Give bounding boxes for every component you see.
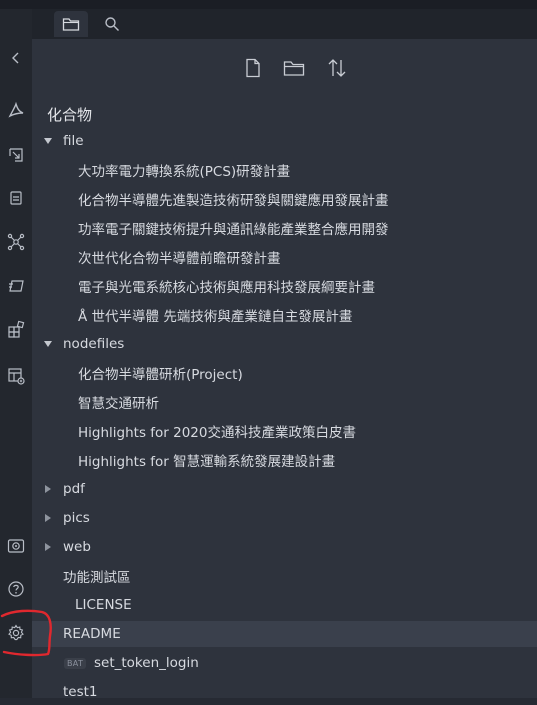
sidebar-tab-strip (32, 9, 537, 39)
collapse-sidebar-button[interactable] (5, 47, 27, 69)
file-item[interactable]: Highlights for 2020交通科技產業政策白皮書 (32, 418, 537, 444)
file-item-test1[interactable]: test1 (32, 679, 537, 705)
file-label: set_token_login (94, 655, 199, 671)
caret-right-icon (43, 542, 53, 552)
settings-icon (8, 624, 24, 641)
folder-web[interactable]: web (32, 534, 537, 560)
new-note-icon (246, 58, 260, 78)
plugins-icon (8, 320, 25, 338)
file-item[interactable]: 電子與光電系統核心技術與應用科技發展綱要計畫 (32, 273, 537, 299)
window-title-bar (0, 0, 537, 9)
file-item[interactable]: 功率電子關鍵技術提升與通訊綠能產業整合應用開發 (32, 215, 537, 241)
help-button[interactable] (5, 578, 27, 600)
search-icon (105, 17, 119, 31)
calendar-icon (10, 191, 22, 205)
folder-pdf[interactable]: pdf (32, 476, 537, 502)
folder-nodefiles[interactable]: nodefiles (32, 331, 537, 357)
new-folder-button[interactable] (281, 55, 307, 81)
file-item-test-area[interactable]: 功能測試區 (32, 563, 537, 589)
settings-button[interactable] (5, 622, 27, 644)
folder-icon (62, 18, 80, 31)
tab-search[interactable] (95, 11, 129, 37)
file-label: 化合物半導體先進製造技術研發與關鍵應用發展計畫 (78, 193, 389, 209)
new-folder-icon (283, 61, 305, 76)
file-label: 大功率電力轉換系統(PCS)研發計畫 (78, 164, 291, 180)
file-label: Å 世代半導體 先端技術與產業鏈自主發展計畫 (78, 309, 353, 325)
sort-icon (328, 59, 346, 77)
cards-button[interactable] (5, 275, 27, 297)
chevron-left-icon (12, 52, 19, 64)
left-ribbon (0, 9, 33, 698)
vault-name: 化合物 (47, 106, 93, 124)
file-label: 次世代化合物半導體前瞻研發計畫 (78, 251, 281, 267)
file-item[interactable]: Å 世代半導體 先端技術與產業鏈自主發展計畫 (32, 302, 537, 328)
file-item-set-token-login[interactable]: BAT set_token_login (32, 650, 537, 676)
vault-switcher-button[interactable] (5, 535, 27, 557)
file-item-license[interactable]: LICENSE (32, 592, 537, 618)
folder-label: nodefiles (63, 336, 125, 352)
help-icon (8, 581, 24, 597)
file-label: 化合物半導體研析(Project) (78, 367, 243, 383)
file-item[interactable]: 次世代化合物半導體前瞻研發計畫 (32, 244, 537, 270)
folder-label: file (63, 133, 84, 149)
file-item-readme[interactable]: README (32, 621, 537, 647)
canvas-icon (9, 148, 23, 162)
caret-down-icon (43, 136, 53, 146)
table-button[interactable] (5, 365, 27, 387)
file-item[interactable]: 化合物半導體先進製造技術研發與關鍵應用發展計畫 (32, 186, 537, 212)
file-extension-badge: BAT (64, 657, 87, 669)
file-item[interactable]: Highlights for 智慧運輸系統發展建設計畫 (32, 447, 537, 473)
file-label: 功率電子關鍵技術提升與通訊綠能產業整合應用開發 (78, 222, 389, 238)
file-label: 電子與光電系統核心技術與應用科技發展綱要計畫 (78, 280, 375, 296)
caret-down-icon (43, 339, 53, 349)
file-label: 功能測試區 (63, 570, 131, 586)
file-explorer-panel: 化合物 file 大功率電力轉換系統(PCS)研發計畫 化合物半導體先進製造技術… (32, 39, 537, 700)
graph-icon (7, 233, 25, 251)
file-label: Highlights for 智慧運輸系統發展建設計畫 (78, 454, 336, 470)
folder-label: pics (63, 510, 90, 526)
new-note-button[interactable] (240, 55, 266, 81)
file-item[interactable]: 大功率電力轉換系統(PCS)研發計畫 (32, 157, 537, 183)
folder-pics[interactable]: pics (32, 505, 537, 531)
pdf-button[interactable] (5, 99, 27, 121)
cards-icon (9, 280, 24, 292)
file-item[interactable]: 智慧交通研析 (32, 389, 537, 415)
calendar-button[interactable] (5, 187, 27, 209)
pdf-icon (8, 101, 24, 118)
graph-view-button[interactable] (5, 231, 27, 253)
file-label: 智慧交通研析 (78, 396, 159, 412)
file-label: README (63, 626, 121, 642)
folder-label: web (63, 539, 91, 555)
caret-right-icon (43, 484, 53, 494)
file-label: LICENSE (75, 597, 132, 613)
file-item[interactable]: 化合物半導體研析(Project) (32, 360, 537, 386)
vault-icon (7, 539, 25, 553)
folder-file[interactable]: file (32, 128, 537, 154)
folder-label: pdf (63, 481, 85, 497)
file-label: Highlights for 2020交通科技產業政策白皮書 (78, 425, 356, 441)
canvas-button[interactable] (5, 144, 27, 166)
table-icon (8, 368, 25, 385)
caret-right-icon (43, 513, 53, 523)
tab-file-explorer[interactable] (54, 11, 88, 37)
sort-button[interactable] (324, 55, 350, 81)
plugins-button[interactable] (5, 318, 27, 340)
